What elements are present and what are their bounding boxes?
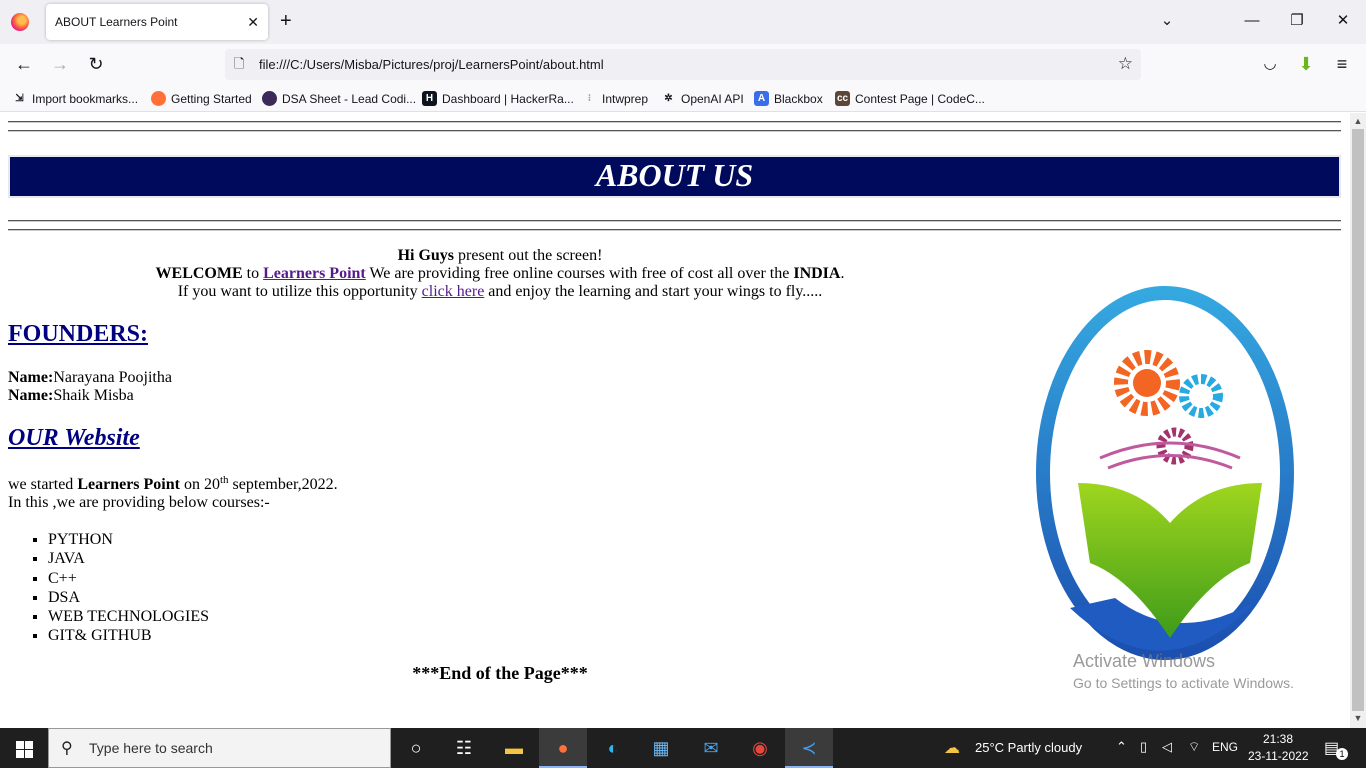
clock-time[interactable]: 21:38 — [1263, 732, 1293, 746]
course-item: DSA — [48, 588, 209, 607]
list-tabs-icon[interactable]: ⌄ — [1155, 10, 1179, 32]
vscode-icon[interactable]: ≺ — [785, 728, 833, 768]
learners-point-link[interactable]: Learners Point — [263, 265, 366, 282]
course-item: JAVA — [48, 549, 209, 568]
chrome-icon[interactable]: ◉ — [736, 728, 784, 768]
courses-intro: In this ,we are providing below courses:… — [8, 494, 270, 511]
firefox-taskbar-icon[interactable]: ● — [539, 728, 587, 768]
about-banner: ABOUT US — [8, 155, 1341, 198]
scroll-thumb[interactable] — [1352, 129, 1364, 711]
tab-title: ABOUT Learners Point — [55, 15, 178, 29]
course-item: WEB TECHNOLOGIES — [48, 607, 209, 626]
page-title: ABOUT US — [595, 157, 754, 193]
divider — [8, 130, 1341, 132]
bookmark-hackerrank[interactable]: H Dashboard | HackerRa... — [422, 91, 574, 106]
new-tab-icon[interactable]: + — [280, 10, 292, 32]
intro-text: Hi Guys present out the screen! WELCOME … — [0, 247, 1000, 301]
windows-start-icon[interactable] — [0, 728, 48, 768]
click-here-link[interactable]: click here — [422, 283, 485, 300]
nav-toolbar: ← → ↻ 🗋 file:///C:/Users/Misba/Pictures/… — [0, 44, 1366, 86]
page-viewport: ABOUT US Hi Guys present out the screen!… — [0, 113, 1350, 728]
bookmark-import[interactable]: ⇲ Import bookmarks... — [12, 91, 138, 106]
import-icon: ⇲ — [15, 93, 24, 104]
back-icon[interactable]: ← — [12, 53, 36, 75]
activate-windows-watermark: Activate Windows Go to Settings to activ… — [1073, 651, 1294, 691]
bookmark-star-icon[interactable]: ☆ — [1118, 54, 1133, 74]
divider — [8, 229, 1341, 231]
weather-icon[interactable]: ☁ — [944, 738, 960, 758]
weather-text[interactable]: 25°C Partly cloudy — [975, 740, 1082, 755]
file-explorer-icon[interactable]: ▬ — [490, 728, 538, 768]
close-window-icon[interactable]: ✕ — [1331, 10, 1355, 32]
courses-list: PYTHON JAVA C++ DSA WEB TECHNOLOGIES GIT… — [48, 530, 209, 646]
taskbar-search[interactable]: ⚲ Type here to search — [48, 728, 391, 768]
volume-icon[interactable]: ◁ — [1162, 739, 1172, 755]
divider — [8, 220, 1341, 222]
notification-count: 1 — [1336, 748, 1348, 760]
store-icon[interactable]: ▦ — [637, 728, 685, 768]
restore-icon[interactable]: ❐ — [1285, 10, 1309, 32]
mail-icon[interactable]: ✉ — [687, 728, 735, 768]
widgets-icon[interactable]: ☷ — [440, 728, 488, 768]
codechef-icon: cc — [835, 91, 850, 106]
website-heading: OUR Website — [8, 425, 140, 451]
page-scrollbar[interactable]: ▲ ▼ — [1350, 113, 1366, 728]
device-icon[interactable]: ▯ — [1140, 739, 1147, 755]
tab-strip: ABOUT Learners Point ✕ + ⌄ — ❐ ✕ — [0, 0, 1366, 44]
forward-icon[interactable]: → — [48, 53, 72, 75]
hackerrank-icon: H — [422, 91, 437, 106]
intwprep-icon: ⁝ — [587, 93, 592, 104]
menu-icon[interactable]: ≡ — [1330, 53, 1354, 75]
close-tab-icon[interactable]: ✕ — [247, 12, 259, 32]
dsa-icon — [262, 91, 277, 106]
founders-heading: FOUNDERS: — [8, 321, 149, 347]
address-bar[interactable]: 🗋 file:///C:/Users/Misba/Pictures/proj/L… — [225, 49, 1141, 80]
course-item: GIT& GITHUB — [48, 626, 209, 645]
intro-line-2: WELCOME to Learners Point We are providi… — [155, 265, 845, 282]
windows-taskbar: ⚲ Type here to search ○ ☷ ▬ ● ◐ ▦ ✉ ◉ ≺ … — [0, 728, 1366, 768]
bookmark-blackbox[interactable]: A Blackbox — [754, 91, 823, 106]
show-hidden-icons[interactable]: ⌃ — [1116, 739, 1127, 755]
course-item: C++ — [48, 569, 209, 588]
firefox-icon[interactable] — [11, 13, 29, 31]
search-icon: ⚲ — [61, 740, 73, 757]
search-placeholder: Type here to search — [89, 740, 213, 756]
pocket-icon[interactable]: ◡ — [1258, 53, 1282, 75]
bookmark-codechef[interactable]: cc Contest Page | CodeC... — [835, 91, 985, 106]
minimize-icon[interactable]: — — [1240, 10, 1264, 32]
scroll-up-icon[interactable]: ▲ — [1350, 116, 1366, 126]
founder-entry: Name:Narayana Poojitha — [8, 369, 172, 386]
bookmark-getting-started[interactable]: Getting Started — [151, 91, 252, 106]
edge-icon[interactable]: ◐ — [589, 728, 637, 768]
learners-point-logo — [1036, 286, 1294, 660]
url-text[interactable]: file:///C:/Users/Misba/Pictures/proj/Lea… — [259, 57, 604, 72]
reload-icon[interactable]: ↻ — [84, 53, 108, 75]
bookmark-openai[interactable]: ✲ OpenAI API — [661, 91, 743, 106]
course-item: PYTHON — [48, 530, 209, 549]
divider — [8, 121, 1341, 123]
page-icon: 🗋 — [234, 56, 245, 71]
download-icon[interactable]: ⬇ — [1294, 53, 1318, 75]
bookmarks-toolbar: ⇲ Import bookmarks... Getting Started DSA… — [0, 86, 1366, 112]
openai-icon: ✲ — [664, 93, 673, 104]
founders-list: Name:Narayana Poojitha Name:Shaik Misba — [8, 369, 172, 405]
started-text: we started Learners Point on 20th septem… — [8, 474, 338, 512]
blackbox-icon: A — [754, 91, 769, 106]
wifi-icon[interactable]: ⌔ — [1188, 739, 1200, 755]
task-view-icon[interactable]: ○ — [392, 728, 440, 768]
intro-line-3: If you want to utilize this opportunity … — [177, 283, 823, 300]
bookmark-dsa-sheet[interactable]: DSA Sheet - Lead Codi... — [262, 91, 416, 106]
language-indicator[interactable]: ENG — [1212, 740, 1238, 754]
tab-active[interactable]: ABOUT Learners Point ✕ — [46, 4, 268, 40]
bookmark-intwprep[interactable]: ⁝ Intwprep — [582, 91, 648, 106]
intro-line-1: Hi Guys present out the screen! — [397, 247, 603, 264]
firefox-icon — [151, 91, 166, 106]
clock-date[interactable]: 23-11-2022 — [1248, 749, 1309, 763]
end-of-page-text: ***End of the Page*** — [412, 663, 588, 683]
founder-entry: Name:Shaik Misba — [8, 387, 134, 404]
scroll-down-icon[interactable]: ▼ — [1350, 713, 1366, 723]
